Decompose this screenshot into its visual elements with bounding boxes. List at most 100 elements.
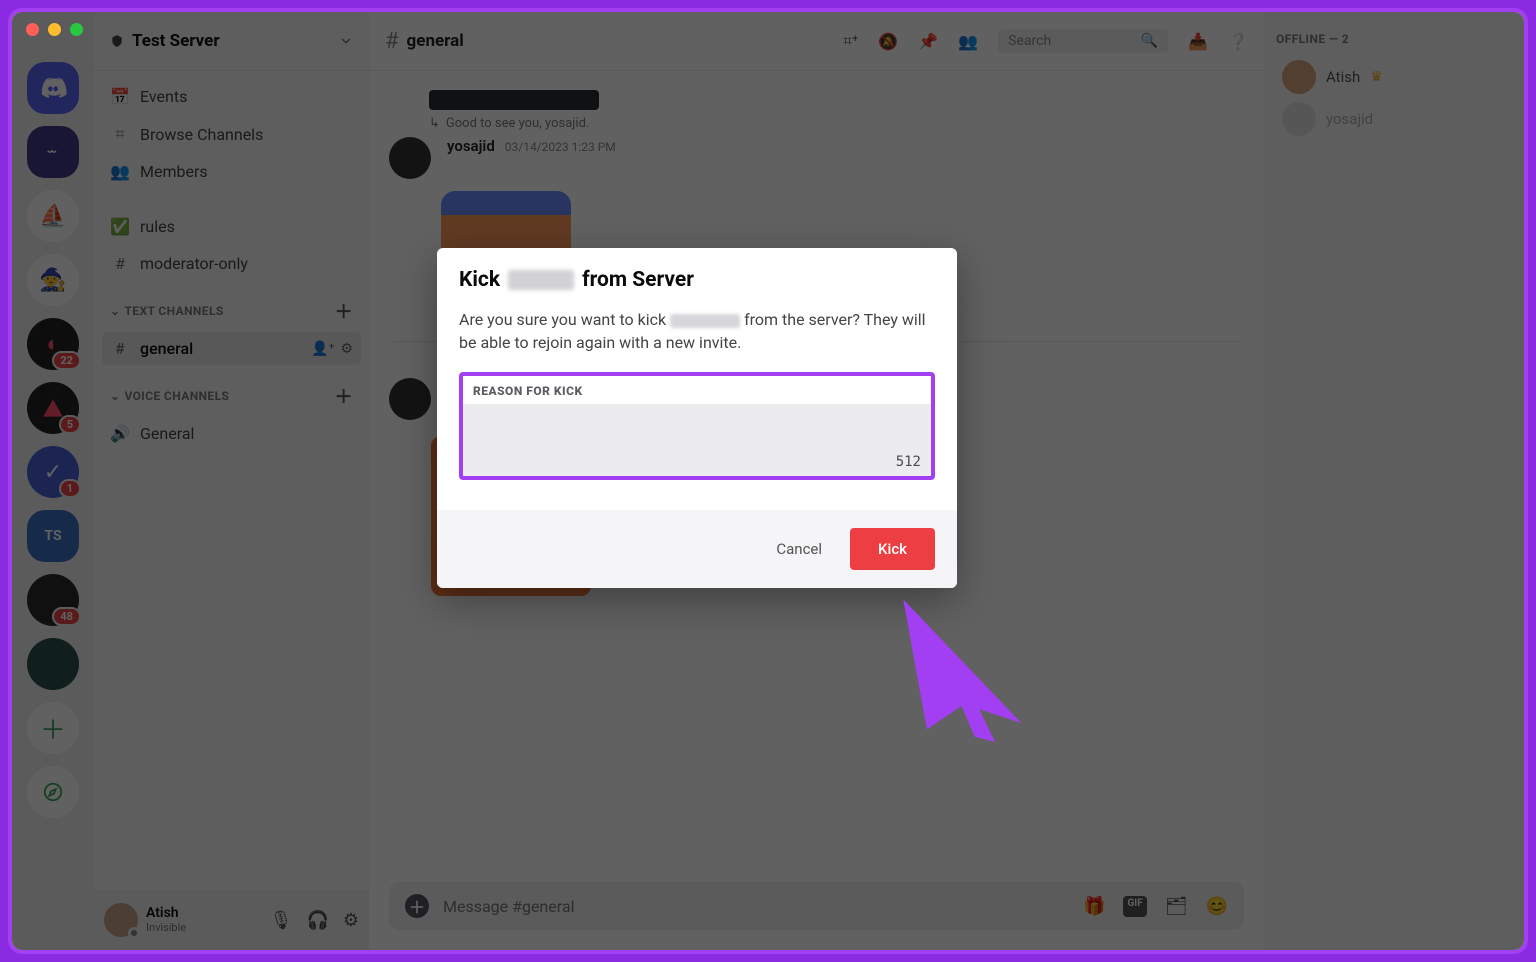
sidebar-item-browse-channels[interactable]: ⌗ Browse Channels (102, 117, 361, 151)
attachment-preview (429, 90, 599, 110)
message-author-name[interactable]: yosajid (447, 137, 495, 155)
server-icon-7[interactable]: TS (27, 510, 79, 562)
self-status-text: Invisible (146, 922, 186, 934)
channel-label: rules (140, 217, 175, 236)
gif-picker-icon[interactable]: GIF (1123, 896, 1146, 917)
server-rail: ⛵ 🧙 ◐ 22 5 ✓ 1 TS 48 ＋ (12, 12, 94, 950)
kick-reason-input[interactable] (463, 404, 931, 476)
server-icon-1[interactable] (27, 126, 79, 178)
home-dm-button[interactable] (27, 62, 79, 114)
cancel-button[interactable]: Cancel (770, 532, 828, 566)
server-badge: 1 (59, 479, 81, 498)
channel-title: general (407, 31, 464, 51)
member-list-panel: OFFLINE — 2 Atish ♛ yosajid (1264, 12, 1524, 950)
server-icon-2[interactable]: ⛵ (27, 190, 79, 242)
compass-icon (42, 781, 64, 803)
add-server-button[interactable]: ＋ (27, 702, 79, 754)
pinned-messages-icon[interactable]: 📌 (918, 32, 938, 51)
moustache-icon (38, 145, 68, 159)
channel-label: General (140, 424, 194, 443)
gift-icon[interactable]: 🎁 (1083, 896, 1105, 917)
chevron-down-icon: ⌄ (110, 389, 120, 403)
modal-title: Kick from Server (459, 268, 935, 292)
sidebar-item-label: Members (140, 162, 208, 181)
self-avatar[interactable] (104, 903, 138, 937)
server-badge: 48 (52, 607, 81, 626)
hash-grid-icon: ⌗ (110, 124, 130, 144)
channel-moderator-only[interactable]: # moderator-only (102, 247, 361, 280)
member-name: yosajid (1326, 110, 1373, 128)
reply-context: ↳ Good to see you, yosajid. (369, 116, 1264, 131)
emoji-picker-icon[interactable]: 😊 (1206, 896, 1228, 917)
message-author-avatar[interactable] (389, 378, 431, 420)
channel-rules[interactable]: ✅ rules (102, 210, 361, 243)
member-name: Atish (1326, 68, 1360, 86)
channel-label: moderator-only (140, 254, 248, 273)
server-icon-9[interactable] (27, 638, 79, 690)
kick-button[interactable]: Kick (850, 528, 935, 570)
sticker-picker-icon[interactable]: 🗂 (1165, 896, 1188, 917)
search-input[interactable]: Search 🔍 (998, 29, 1168, 53)
explore-servers-button[interactable] (27, 766, 79, 818)
server-header-dropdown[interactable]: Test Server (94, 12, 369, 70)
server-boost-icon (110, 34, 124, 48)
sidebar-item-events[interactable]: 📅 Events (102, 80, 361, 113)
server-icon-5[interactable]: 5 (27, 382, 79, 434)
channel-sidebar: Test Server 📅 Events ⌗ Browse Channels 👥… (94, 12, 369, 950)
member-list-toggle-icon[interactable]: 👥 (958, 32, 978, 51)
server-icon-6[interactable]: ✓ 1 (27, 446, 79, 498)
help-icon[interactable]: ❔ (1228, 32, 1248, 51)
self-user-panel: Atish Invisible 🎙 🎧 ⚙ (94, 890, 369, 950)
maximise-window-dot[interactable] (70, 23, 83, 36)
reason-char-counter: 512 (896, 454, 921, 470)
status-dot-icon (128, 927, 140, 939)
modal-description: Are you sure you want to kick from the s… (459, 308, 935, 354)
sidebar-item-members[interactable]: 👥 Members (102, 155, 361, 188)
server-icon-3[interactable]: 🧙 (27, 254, 79, 306)
section-label-text: VOICE CHANNELS (124, 389, 229, 403)
channel-label: general (140, 339, 193, 358)
redacted-username (508, 270, 574, 290)
section-text-channels[interactable]: ⌄ TEXT CHANNELS ＋ (102, 284, 361, 328)
attach-upload-icon[interactable]: ＋ (405, 894, 429, 918)
message-timestamp: 03/14/2023 1:23 PM (505, 140, 616, 154)
create-invite-icon[interactable]: 👤⁺ (311, 341, 334, 357)
message-compose-input[interactable]: ＋ Message #general 🎁 GIF 🗂 😊 (389, 882, 1244, 930)
server-icon-8[interactable]: 48 (27, 574, 79, 626)
channel-general-voice[interactable]: 🔊 General (102, 417, 361, 450)
kick-reason-highlight: REASON FOR KICK 512 (459, 372, 935, 480)
add-channel-icon[interactable]: ＋ (335, 383, 353, 409)
member-avatar (1282, 60, 1316, 94)
message-block: yosajid 03/14/2023 1:23 PM (369, 131, 1264, 185)
server-icon-4[interactable]: ◐ 22 (27, 318, 79, 370)
channel-general-text[interactable]: # general 👤⁺ ⚙ (102, 332, 361, 365)
channel-settings-icon[interactable]: ⚙ (340, 341, 353, 357)
mute-mic-icon[interactable]: 🎙 (270, 910, 293, 931)
modal-title-prefix: Kick (459, 268, 500, 292)
discord-logo-icon (39, 74, 67, 102)
add-channel-icon[interactable]: ＋ (335, 298, 353, 324)
message-author-avatar[interactable] (389, 137, 431, 179)
user-settings-icon[interactable]: ⚙ (343, 910, 359, 931)
reply-preview-text: Good to see you, yosajid. (446, 116, 589, 131)
chevron-down-icon: ⌄ (110, 304, 120, 318)
deafen-icon[interactable]: 🎧 (306, 910, 328, 931)
member-avatar (1282, 102, 1316, 136)
close-window-dot[interactable] (26, 23, 39, 36)
people-icon: 👥 (110, 162, 130, 181)
member-row[interactable]: yosajid (1276, 98, 1512, 140)
member-row[interactable]: Atish ♛ (1276, 56, 1512, 98)
modal-title-suffix: from Server (582, 268, 694, 292)
self-username: Atish (146, 906, 186, 921)
server-badge: 22 (52, 351, 81, 370)
notification-settings-icon[interactable]: 🔕 (878, 32, 898, 51)
calendar-icon: 📅 (110, 87, 130, 106)
window-traffic-lights (26, 23, 83, 36)
search-icon: 🔍 (1141, 33, 1158, 49)
minimise-window-dot[interactable] (48, 23, 61, 36)
inbox-icon[interactable]: 📥 (1188, 32, 1208, 51)
kick-member-modal: Kick from Server Are you sure you want t… (437, 248, 957, 588)
member-section-offline: OFFLINE — 2 (1276, 32, 1512, 46)
section-voice-channels[interactable]: ⌄ VOICE CHANNELS ＋ (102, 369, 361, 413)
threads-icon[interactable]: ⌗⁺ (843, 31, 858, 51)
